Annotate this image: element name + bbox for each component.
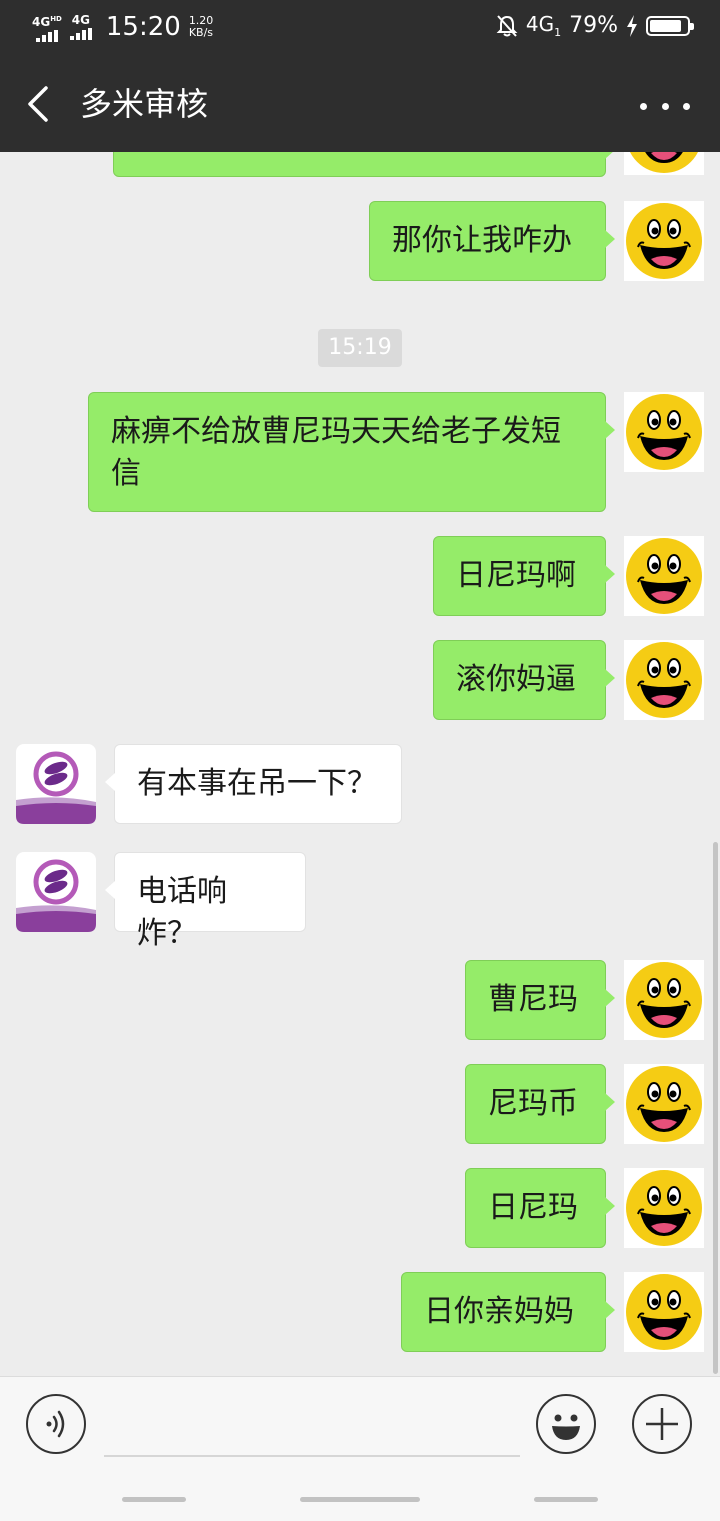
my-avatar[interactable] (624, 1064, 704, 1144)
battery-percent: 79% (569, 13, 618, 38)
my-avatar[interactable] (624, 640, 704, 720)
chat-scrollbar[interactable] (713, 842, 718, 1374)
message-timestamp: 15:19 (318, 329, 402, 367)
chat-area[interactable]: 那你让我咋办 15:19 麻痹不给放曹尼玛天天给老子发短信 日尼玛啊 滚你妈逼 … (0, 152, 720, 1376)
my-avatar[interactable] (624, 152, 704, 175)
more-functions-button[interactable] (632, 1394, 692, 1454)
emoji-icon (552, 1414, 580, 1440)
message-bubble[interactable]: 日你亲妈妈 (401, 1272, 615, 1352)
message-bubble[interactable]: 日尼玛啊 (433, 536, 615, 616)
voice-icon (46, 1410, 65, 1438)
gesture-handle[interactable] (534, 1497, 598, 1502)
signal-strength-sim1: 4GHD (32, 13, 62, 42)
system-gesture-bar (0, 1497, 720, 1505)
more-options-button[interactable] (640, 86, 690, 126)
signal-strength-sim2: 4G (69, 14, 92, 40)
my-avatar[interactable] (624, 1168, 704, 1248)
contact-avatar[interactable] (16, 744, 96, 824)
battery-icon (646, 15, 694, 36)
status-time: 15:20 (105, 12, 181, 42)
emoji-button[interactable] (536, 1394, 596, 1454)
message-bubble[interactable]: 电话响炸？ (105, 852, 306, 951)
message-bubble[interactable]: 曹尼玛 (465, 960, 615, 1040)
chevron-left-icon (28, 86, 48, 122)
message-bubble[interactable]: 滚你妈逼 (433, 640, 615, 720)
network-speed: 1.20 KB/s (188, 14, 214, 39)
back-button[interactable] (22, 82, 62, 126)
mute-bell-icon (496, 14, 518, 37)
plus-icon (646, 1408, 678, 1440)
more-dots-icon (640, 102, 647, 110)
my-avatar[interactable] (624, 392, 704, 472)
message-bubble[interactable]: 麻痹不给放曹尼玛天天给老子发短信 (88, 392, 615, 512)
message-input[interactable] (104, 1391, 520, 1457)
message-bubble[interactable]: 有本事在吊一下？ (105, 744, 402, 824)
my-avatar[interactable] (624, 1272, 704, 1352)
chat-title: 多米审核 (80, 85, 209, 123)
my-avatar[interactable] (624, 201, 704, 281)
voice-button[interactable] (26, 1394, 86, 1454)
chat-header: 多米审核 (0, 56, 720, 152)
message-bubble[interactable]: 那你让我咋办 (369, 201, 615, 281)
message-bubble[interactable] (113, 152, 615, 177)
my-avatar[interactable] (624, 960, 704, 1040)
status-bar: 4GHD 4G 15:20 1.20 KB/s 4G1 79% (0, 0, 720, 56)
input-bar (0, 1376, 720, 1521)
charging-icon (627, 14, 637, 37)
gesture-handle[interactable] (122, 1497, 186, 1502)
contact-avatar[interactable] (16, 852, 96, 932)
gesture-handle[interactable] (300, 1497, 420, 1502)
message-bubble[interactable]: 尼玛币 (465, 1064, 615, 1144)
my-avatar[interactable] (624, 536, 704, 616)
network-type: 4G1 (525, 12, 562, 39)
message-bubble[interactable]: 日尼玛 (465, 1168, 615, 1248)
